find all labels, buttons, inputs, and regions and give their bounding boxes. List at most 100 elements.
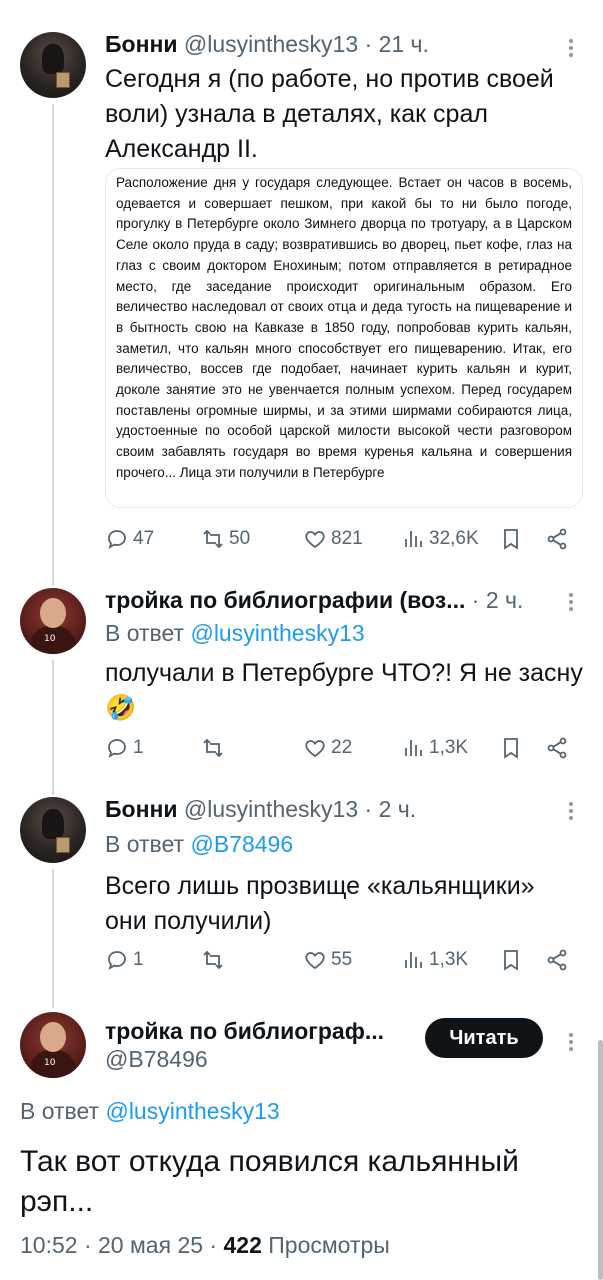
views-button[interactable]: 32,6K xyxy=(401,527,479,551)
separator: · xyxy=(364,796,373,822)
main-author-handle[interactable]: @B78496 xyxy=(105,1046,208,1073)
thread-line xyxy=(52,1000,54,1008)
more-vertical-icon[interactable] xyxy=(569,590,575,614)
retweet-icon xyxy=(203,529,223,549)
views-chart-icon xyxy=(405,531,422,547)
bookmark-button[interactable] xyxy=(499,948,523,972)
reply-icon xyxy=(108,739,126,758)
author-handle[interactable]: @lusyinthesky13 xyxy=(184,31,358,57)
heart-icon xyxy=(305,531,325,549)
reply-button[interactable]: 47 xyxy=(105,527,154,551)
like-button[interactable]: 821 xyxy=(303,527,363,551)
heart-icon xyxy=(305,740,325,758)
main-tweet-meta: 10:52 · 20 мая 25 · 422 Просмотры xyxy=(20,1232,390,1259)
separator: · xyxy=(209,1232,218,1258)
views-button[interactable]: 1,3K xyxy=(401,736,468,760)
avatar[interactable] xyxy=(20,797,86,863)
thread-line xyxy=(52,660,54,785)
tweet-2[interactable]: 10 тройка по библиографии (воз... · 2 ч.… xyxy=(0,570,603,785)
tweet-header: Бонни @lusyinthesky13 · 21 ч. xyxy=(105,30,429,58)
main-tweet-time[interactable]: 10:52 xyxy=(20,1232,78,1258)
like-count: 55 xyxy=(331,949,353,970)
tweet-text: Всего лишь прозвище «кальянщики» они пол… xyxy=(105,872,535,935)
author-name[interactable]: Бонни xyxy=(105,31,178,57)
more-vertical-icon[interactable] xyxy=(569,36,575,60)
image-text: Расположение дня у государя следующее. В… xyxy=(116,175,572,480)
bookmark-button[interactable] xyxy=(499,527,523,551)
avatar[interactable] xyxy=(20,32,86,98)
main-tweet-date[interactable]: 20 мая 25 xyxy=(98,1232,203,1258)
timestamp[interactable]: 21 ч. xyxy=(379,31,429,57)
tweet-text: получали в Петербурге ЧТО?! Я не засну 🤣 xyxy=(105,659,583,722)
main-views-count: 422 xyxy=(223,1232,262,1258)
tweet-3[interactable]: Бонни @lusyinthesky13 · 2 ч. В ответ @B7… xyxy=(0,785,603,1000)
share-button[interactable] xyxy=(545,527,569,551)
reply-icon xyxy=(108,951,126,970)
bookmark-button[interactable] xyxy=(499,736,523,760)
reply-to-line: В ответ @lusyinthesky13 xyxy=(105,620,365,647)
tweet-1[interactable]: Бонни @lusyinthesky13 · 21 ч. Сегодня я … xyxy=(0,0,603,570)
reply-mention-link[interactable]: @lusyinthesky13 xyxy=(105,1098,279,1124)
share-icon xyxy=(547,737,567,759)
author-name[interactable]: тройка по библиографии (воз... xyxy=(105,587,465,613)
views-count: 1,3K xyxy=(429,737,469,758)
author-handle[interactable]: @lusyinthesky13 xyxy=(184,796,358,822)
separator: · xyxy=(83,1232,92,1258)
reply-count: 1 xyxy=(133,737,144,758)
thread-line xyxy=(52,785,54,795)
action-bar: 47 50 821 32,6K xyxy=(105,527,573,557)
retweet-button[interactable] xyxy=(201,948,229,972)
like-button[interactable]: 55 xyxy=(303,948,352,972)
reply-count: 1 xyxy=(133,949,144,970)
share-icon xyxy=(547,949,567,971)
more-vertical-icon[interactable] xyxy=(569,799,575,823)
avatar[interactable]: 10 xyxy=(20,588,86,654)
separator: · xyxy=(364,31,373,57)
retweet-button[interactable]: 50 xyxy=(201,527,250,551)
thread-line xyxy=(52,104,54,570)
main-views-label: Просмотры xyxy=(268,1232,390,1258)
reply-icon xyxy=(108,530,126,549)
heart-icon xyxy=(305,952,325,970)
retweet-button[interactable] xyxy=(201,736,229,760)
reply-mention-link[interactable]: @B78496 xyxy=(190,831,293,857)
action-bar: 1 55 1,3K xyxy=(105,948,573,978)
reply-to-line: В ответ @B78496 xyxy=(105,831,293,858)
reply-prefix: В ответ xyxy=(20,1098,100,1124)
scrollbar[interactable] xyxy=(598,1040,603,1280)
reply-prefix: В ответ xyxy=(105,831,185,857)
share-icon xyxy=(547,528,567,550)
share-button[interactable] xyxy=(545,948,569,972)
like-count: 22 xyxy=(331,737,353,758)
reply-mention-link[interactable]: @lusyinthesky13 xyxy=(190,620,364,646)
reply-count: 47 xyxy=(133,528,155,549)
views-button[interactable]: 1,3K xyxy=(401,948,468,972)
main-reply-to-line: В ответ @lusyinthesky13 xyxy=(20,1098,280,1125)
reply-button[interactable]: 1 xyxy=(105,736,144,760)
share-button[interactable] xyxy=(545,736,569,760)
timestamp[interactable]: 2 ч. xyxy=(379,796,417,822)
action-bar: 1 22 1,3K xyxy=(105,736,573,766)
follow-button[interactable]: Читать xyxy=(425,1018,543,1058)
views-count: 32,6K xyxy=(429,528,479,549)
views-count: 1,3K xyxy=(429,949,469,970)
main-avatar[interactable]: 10 xyxy=(20,1012,86,1078)
thread-line xyxy=(52,869,54,1000)
thread-line xyxy=(52,570,54,586)
author-name[interactable]: Бонни xyxy=(105,796,178,822)
tweet-image[interactable]: Расположение дня у государя следующее. В… xyxy=(105,168,583,508)
views-chart-icon xyxy=(405,952,422,968)
main-author-name[interactable]: тройка по библиограф... xyxy=(105,1018,384,1045)
reply-button[interactable]: 1 xyxy=(105,948,144,972)
retweet-count: 50 xyxy=(229,528,251,549)
timestamp[interactable]: 2 ч. xyxy=(486,587,524,613)
retweet-icon xyxy=(203,950,223,970)
tweet-header: Бонни @lusyinthesky13 · 2 ч. xyxy=(105,795,416,823)
like-button[interactable]: 22 xyxy=(303,736,352,760)
bookmark-icon xyxy=(504,950,518,971)
views-chart-icon xyxy=(405,740,422,756)
like-count: 821 xyxy=(331,528,363,549)
more-vertical-icon[interactable] xyxy=(569,1030,575,1054)
bookmark-icon xyxy=(504,529,518,550)
tweet-text: Сегодня я (по работе, но против своей во… xyxy=(105,65,554,163)
